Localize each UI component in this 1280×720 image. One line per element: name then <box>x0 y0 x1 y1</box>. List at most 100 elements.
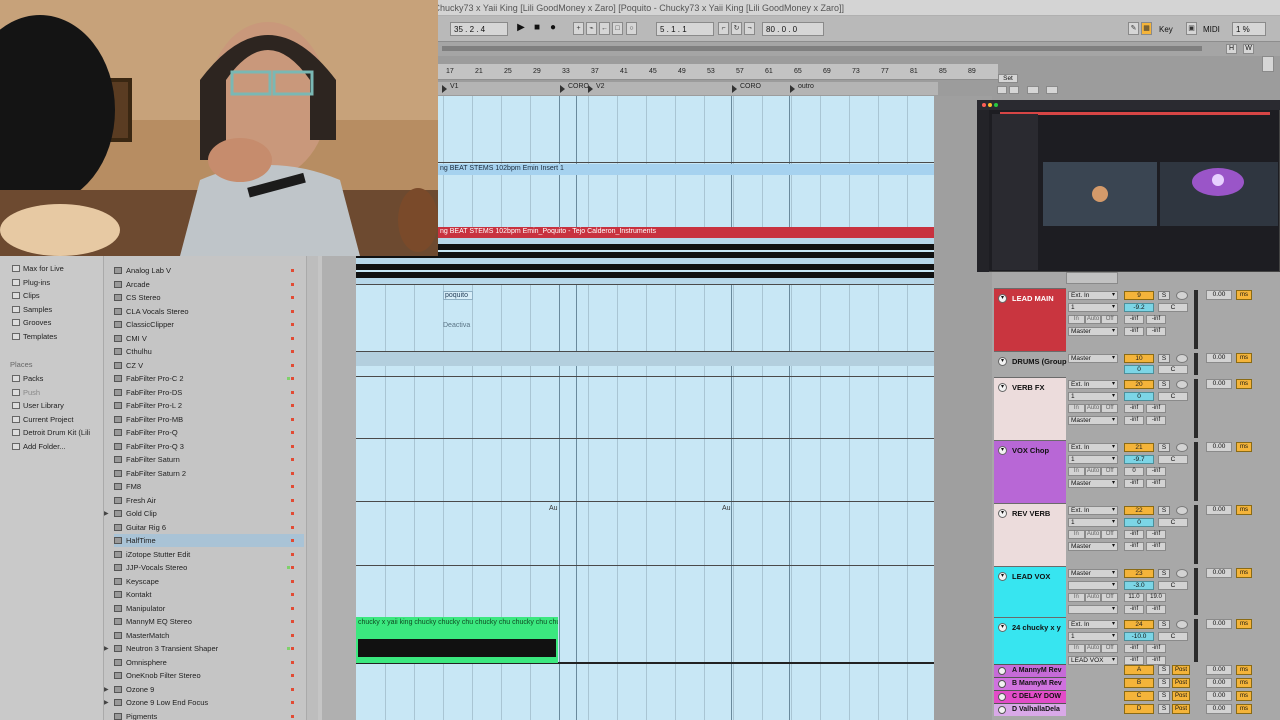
stems-insert-clip[interactable]: ng BEAT STEMS 102bpm Emin Insert 1 <box>438 164 934 175</box>
plugin-item[interactable]: HalfTime <box>114 534 304 547</box>
track-output-select[interactable]: Master <box>1068 416 1118 425</box>
track-activator[interactable]: 20 <box>1124 380 1154 389</box>
track-fold-icon[interactable]: ▾ <box>998 572 1007 581</box>
return-post-button[interactable]: Post <box>1172 665 1190 675</box>
plugin-item[interactable]: Analog Lab V <box>114 264 304 277</box>
poquito-clip[interactable]: poquito <box>443 291 473 300</box>
track-input-select[interactable]: Ext. In <box>1068 620 1118 629</box>
plugin-item[interactable]: FabFilter Pro-Q <box>114 426 304 439</box>
track-delay-unit[interactable]: ms <box>1236 290 1252 300</box>
plugin-item[interactable]: Fresh Air <box>114 494 304 507</box>
browser-place-current-project[interactable]: Current Project <box>12 415 73 424</box>
plugin-item[interactable]: FabFilter Saturn 2 <box>114 467 304 480</box>
stems-main-waveform[interactable] <box>356 238 934 284</box>
track-channel-select[interactable]: 1 <box>1068 632 1118 641</box>
arm-button[interactable] <box>1176 620 1188 629</box>
track-output-select[interactable] <box>1068 605 1118 614</box>
track-delay-unit[interactable]: ms <box>1236 568 1252 578</box>
track-fold-icon[interactable]: ▾ <box>998 357 1007 366</box>
send-d[interactable]: -inf <box>1146 479 1166 488</box>
track-fold-icon[interactable]: ▾ <box>998 383 1007 392</box>
plugin-item[interactable]: Ozone 9 <box>114 683 304 696</box>
return-solo-button[interactable]: S <box>1158 691 1170 701</box>
mixer-track-2[interactable]: ▾ DRUMS (Group <box>994 351 1067 377</box>
punch-out-icon[interactable]: ¬ <box>744 22 755 35</box>
locator-lane[interactable]: V1 CORO V2 CORO outro <box>438 82 938 95</box>
midi-map-icon[interactable]: ▣ <box>1186 22 1197 35</box>
track-activator[interactable]: 22 <box>1124 506 1154 515</box>
track-output-select[interactable]: Master <box>1068 327 1118 336</box>
arm-button[interactable] <box>1176 506 1188 515</box>
plugin-item[interactable]: Arcade <box>114 278 304 291</box>
plugin-item[interactable]: MasterMatch <box>114 629 304 642</box>
plugin-item[interactable]: Gold Clip <box>114 507 304 520</box>
track-input-select[interactable]: Master <box>1068 569 1118 578</box>
monitor-in[interactable]: In <box>1068 404 1085 413</box>
monitor-switch[interactable]: In Auto Off <box>1068 593 1119 602</box>
automation-arm-icon[interactable]: ⌁ <box>586 22 597 35</box>
send-c[interactable]: -inf <box>1124 327 1144 336</box>
monitor-auto[interactable]: Auto <box>1084 530 1102 539</box>
return-post-button[interactable]: Post <box>1172 678 1190 688</box>
track-delay-value[interactable]: 0.00 <box>1206 353 1232 363</box>
track-input-select[interactable]: Ext. In <box>1068 443 1118 452</box>
plugin-item[interactable]: FabFilter Pro-MB <box>114 413 304 426</box>
send-d[interactable]: -inf <box>1146 327 1166 336</box>
video-tile-1[interactable] <box>1043 162 1157 226</box>
plugin-item[interactable]: FabFilter Pro-L 2 <box>114 399 304 412</box>
monitor-off[interactable]: Off <box>1101 593 1119 602</box>
plugin-item[interactable]: Cthulhu <box>114 345 304 358</box>
track-delay-value[interactable]: 0.00 <box>1206 505 1232 515</box>
hide-button[interactable]: H <box>1226 44 1237 54</box>
secondary-window-titlebar[interactable] <box>977 100 1280 110</box>
monitor-off[interactable]: Off <box>1101 644 1119 653</box>
track-volume[interactable]: 0 <box>1124 518 1154 527</box>
track-pan[interactable]: C <box>1158 455 1188 464</box>
return-delay-unit[interactable]: ms <box>1236 704 1252 714</box>
return-activator[interactable]: D <box>1124 704 1154 714</box>
locator-coro[interactable]: CORO <box>560 83 589 94</box>
browser-category-samples[interactable]: Samples <box>12 305 52 314</box>
return-solo-button[interactable]: S <box>1158 665 1170 675</box>
return-delay-unit[interactable]: ms <box>1236 691 1252 701</box>
browser-category-max-for-live[interactable]: Max for Live <box>12 264 64 273</box>
plugin-item[interactable]: CZ V <box>114 359 304 372</box>
loop-switch-icon[interactable]: ↻ <box>731 22 742 35</box>
drums-group-lane[interactable] <box>356 352 934 366</box>
track-volume[interactable]: -9.7 <box>1124 455 1154 464</box>
solo-button[interactable]: S <box>1158 620 1170 629</box>
return-delay-unit[interactable]: ms <box>1236 678 1252 688</box>
send-a[interactable]: -inf <box>1124 530 1144 539</box>
track-delay-value[interactable]: 0.00 <box>1206 290 1232 300</box>
track-fold-icon[interactable]: ▾ <box>998 294 1007 303</box>
browser-category-clips[interactable]: Clips <box>12 291 40 300</box>
monitor-in[interactable]: In <box>1068 467 1085 476</box>
track-volume[interactable]: -10.0 <box>1124 632 1154 641</box>
arm-button[interactable] <box>1176 380 1188 389</box>
vocal-clip[interactable]: chucky x yaii king chucky chucky chu chu… <box>356 617 558 663</box>
send-c[interactable]: -inf <box>1124 605 1144 614</box>
solo-button[interactable]: S <box>1158 506 1170 515</box>
locator-v2[interactable]: V2 <box>588 83 605 94</box>
monitor-switch[interactable]: In Auto Off <box>1068 530 1119 539</box>
track-pan[interactable]: C <box>1158 392 1188 401</box>
solo-button[interactable]: S <box>1158 291 1170 300</box>
track-input-select[interactable]: Master <box>1068 354 1118 363</box>
send-c[interactable]: -inf <box>1124 479 1144 488</box>
monitor-switch[interactable]: In Auto Off <box>1068 315 1119 324</box>
plugin-item[interactable]: Keyscape <box>114 575 304 588</box>
deactivated-clip[interactable]: Deactiva <box>443 322 473 331</box>
arm-button[interactable] <box>1176 354 1188 363</box>
expand-arrow-icon[interactable]: ▶ <box>104 510 109 517</box>
monitor-in[interactable]: In <box>1068 593 1085 602</box>
return-activator[interactable]: C <box>1124 691 1154 701</box>
track-name[interactable]: VOX Chop <box>1012 446 1049 455</box>
track-channel-select[interactable]: 1 <box>1068 518 1118 527</box>
return-activator[interactable]: B <box>1124 678 1154 688</box>
key-map-label[interactable]: Key <box>1156 22 1182 36</box>
monitor-in[interactable]: In <box>1068 315 1085 324</box>
next-locator-icon[interactable] <box>1009 86 1019 94</box>
stems-main-clip-header[interactable]: ng BEAT STEMS 102bpm Emin_Poquito - Tejo… <box>438 227 934 238</box>
track-pan[interactable]: C <box>1158 581 1188 590</box>
track-fold-icon[interactable]: ▾ <box>998 446 1007 455</box>
